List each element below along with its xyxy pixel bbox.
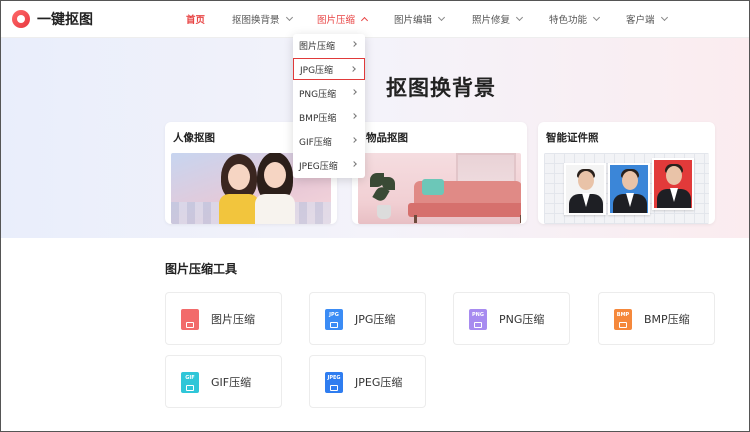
id-photo-sample-image [544,153,709,224]
hero-title: 抠图换背景 [386,76,496,100]
nav-cutout-background[interactable]: 抠图换背景 [232,0,293,38]
card-id-photo-title: 智能证件照 [546,132,599,144]
dropdown-item-label: PNG压缩 [299,89,337,100]
brand-name: 一键抠图 [37,12,93,28]
nav-image-compress-label: 图片压缩 [317,15,356,26]
dropdown-item-label: GIF压缩 [299,137,332,148]
tool-label: JPG压缩 [355,313,396,326]
tool-label: JPEG压缩 [355,376,403,389]
jpeg-file-icon: JPEG [325,372,343,393]
tool-image-compress[interactable]: 图片压缩 [165,292,282,345]
image-compress-icon [181,309,199,330]
nav-image-edit-label: 图片编辑 [394,15,433,26]
sofa-sample-image [358,153,521,224]
card-id-photo[interactable]: 智能证件照 [538,122,715,224]
chevron-down-icon [515,13,524,22]
tools-section-title: 图片压缩工具 [165,262,238,276]
nav-client[interactable]: 客户端 [626,0,668,38]
dropdown-item-label: JPEG压缩 [299,161,338,172]
chevron-right-icon [351,137,357,143]
nav-photo-repair-label: 照片修复 [472,15,511,26]
nav-special-features[interactable]: 特色功能 [549,0,601,38]
card-portrait-title: 人像抠图 [173,132,215,144]
dropdown-item-gif-compress[interactable]: GIF压缩 [293,130,365,152]
chevron-right-icon [350,66,356,72]
tool-jpg-compress[interactable]: JPG JPG压缩 [309,292,426,345]
card-object-cutout[interactable]: 物品抠图 [352,122,527,224]
chevron-right-icon [351,89,357,95]
tool-label: BMP压缩 [644,313,690,326]
tool-gif-compress[interactable]: GIF GIF压缩 [165,355,282,408]
gif-file-icon: GIF [181,372,199,393]
nav-home-label: 首页 [186,15,206,26]
nav-special-features-label: 特色功能 [549,15,588,26]
tool-png-compress[interactable]: PNG PNG压缩 [453,292,570,345]
chevron-down-icon [437,13,446,22]
chevron-down-icon [660,13,668,22]
tool-label: 图片压缩 [211,313,255,326]
dropdown-item-label: JPG压缩 [300,65,334,76]
dropdown-item-jpeg-compress[interactable]: JPEG压缩 [293,154,365,176]
compress-dropdown-menu: 图片压缩 JPG压缩 PNG压缩 BMP压缩 GIF压缩 JPEG压缩 [293,34,365,178]
tool-jpeg-compress[interactable]: JPEG JPEG压缩 [309,355,426,408]
card-object-title: 物品抠图 [366,132,408,144]
dropdown-item-jpg-compress[interactable]: JPG压缩 [293,58,365,80]
tool-bmp-compress[interactable]: BMP BMP压缩 [598,292,715,345]
dropdown-item-label: 图片压缩 [299,41,336,52]
tool-label: GIF压缩 [211,376,252,389]
nav-home[interactable]: 首页 [186,0,205,38]
brand-logo[interactable]: 一键抠图 [12,10,93,28]
nav-image-compress[interactable]: 图片压缩 [317,0,369,38]
png-file-icon: PNG [469,309,487,330]
chevron-right-icon [351,161,357,167]
chevron-down-icon [592,13,601,22]
logo-icon [12,10,30,28]
nav-client-label: 客户端 [626,15,655,26]
chevron-up-icon [360,16,369,25]
chevron-right-icon [351,41,357,47]
nav-cutout-background-label: 抠图换背景 [232,15,280,26]
nav-photo-repair[interactable]: 照片修复 [472,0,524,38]
chevron-down-icon [285,13,293,22]
nav-image-edit[interactable]: 图片编辑 [394,0,446,38]
top-header: 一键抠图 首页 抠图换背景 图片压缩 图片编辑 照片修复 特色功能 客户端 [0,0,750,38]
chevron-right-icon [351,113,357,119]
bmp-file-icon: BMP [614,309,632,330]
jpg-file-icon: JPG [325,309,343,330]
dropdown-item-label: BMP压缩 [299,113,337,124]
dropdown-item-png-compress[interactable]: PNG压缩 [293,82,365,104]
tool-label: PNG压缩 [499,313,545,326]
dropdown-item-image-compress[interactable]: 图片压缩 [293,34,365,56]
dropdown-item-bmp-compress[interactable]: BMP压缩 [293,106,365,128]
